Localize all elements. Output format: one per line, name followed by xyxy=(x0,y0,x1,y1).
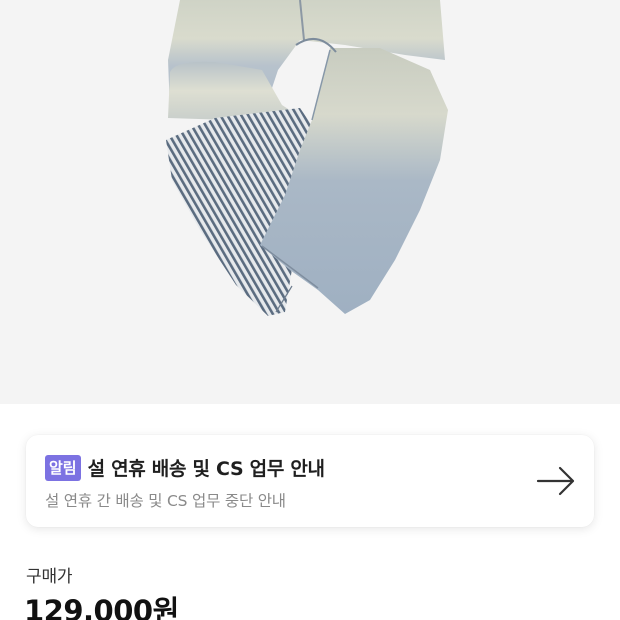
notice-badge: 알림 xyxy=(45,454,81,481)
notice-title: 설 연휴 배송 및 CS 업무 안내 xyxy=(87,458,325,480)
notice-subtitle: 설 연휴 간 배송 및 CS 업무 중단 안내 xyxy=(45,492,286,510)
notice-header: 알림 설 연휴 배송 및 CS 업무 안내 xyxy=(45,454,325,481)
price-value: 129,000원 xyxy=(24,594,179,620)
jeans-illustration xyxy=(166,0,448,316)
product-detail-page: 알림 설 연휴 배송 및 CS 업무 안내 설 연휴 간 배송 및 CS 업무 … xyxy=(0,0,620,620)
product-image[interactable] xyxy=(0,0,620,404)
notice-card[interactable]: 알림 설 연휴 배송 및 CS 업무 안내 설 연휴 간 배송 및 CS 업무 … xyxy=(26,435,594,527)
arrow-right-icon[interactable] xyxy=(536,465,576,497)
price-label: 구매가 xyxy=(26,567,73,587)
